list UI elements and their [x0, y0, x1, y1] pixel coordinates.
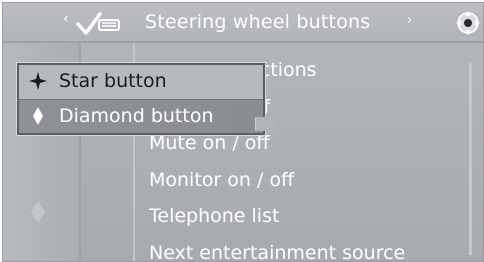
right-arrow-icon[interactable]: ›: [407, 13, 412, 28]
list-item[interactable]: Monitor on / off: [149, 162, 405, 199]
left-arrow-icon[interactable]: ‹: [63, 11, 69, 27]
list-item[interactable]: Next entertainment source: [149, 235, 405, 262]
button-select-popup: Star button Diamond button: [17, 63, 276, 135]
diamond-icon: [29, 199, 47, 225]
star-button-option[interactable]: Star button: [19, 65, 263, 98]
star-icon: [29, 72, 47, 90]
diamond-button-label: Diamond button: [59, 105, 214, 127]
page-title: Steering wheel buttons: [145, 11, 371, 33]
controller-direction-icon[interactable]: [455, 10, 481, 36]
header-bar: ‹ Steering wheel buttons ›: [3, 3, 483, 41]
idrive-screen: ‹ Steering wheel buttons › voice instruc…: [2, 2, 484, 262]
popup-scroll-handle[interactable]: [255, 117, 276, 131]
diamond-button-option[interactable]: Diamond button: [19, 99, 263, 133]
star-button-label: Star button: [59, 70, 167, 92]
scrollbar[interactable]: [469, 63, 472, 255]
list-item[interactable]: Telephone list: [149, 198, 405, 235]
checkmark-car-icon: [76, 12, 120, 35]
diamond-icon: [33, 107, 43, 125]
